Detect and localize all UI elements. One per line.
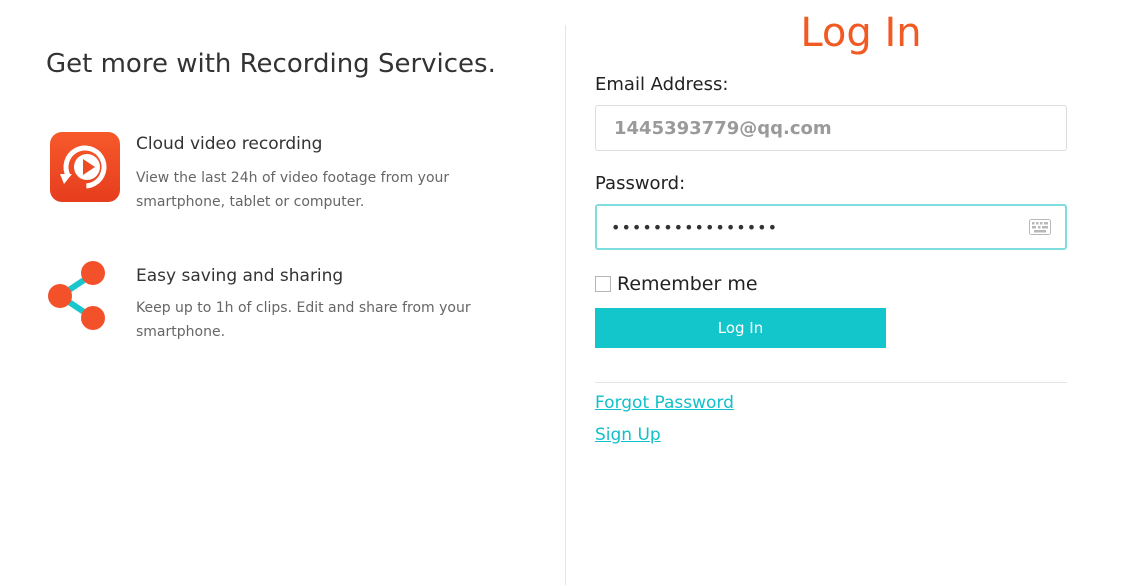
- feature-title: Easy saving and sharing: [136, 266, 344, 286]
- login-title: Log In: [800, 10, 922, 56]
- cloud-recording-icon: [50, 132, 120, 202]
- password-label: Password:: [595, 173, 686, 194]
- links-divider: [595, 382, 1067, 383]
- password-field[interactable]: [595, 204, 1067, 250]
- recording-services-login-page: Get more with Recording Services. Cloud …: [0, 0, 1126, 585]
- intro-headline: Get more with Recording Services.: [46, 49, 496, 79]
- share-icon: [48, 261, 105, 330]
- password-input[interactable]: [597, 206, 1017, 248]
- email-label: Email Address:: [595, 74, 729, 95]
- intro-panel: Get more with Recording Services. Cloud …: [0, 0, 565, 585]
- remember-me-label[interactable]: Remember me: [617, 273, 758, 295]
- forgot-password-link[interactable]: Forgot Password: [595, 393, 734, 413]
- feature-description: View the last 24h of video footage from …: [136, 170, 450, 210]
- feature-title: Cloud video recording: [136, 134, 323, 154]
- login-button[interactable]: Log In: [595, 308, 886, 348]
- email-input[interactable]: [595, 105, 1067, 151]
- keyboard-icon[interactable]: [1029, 219, 1051, 235]
- feature-description: Keep up to 1h of clips. Edit and share f…: [136, 300, 471, 340]
- login-panel: Log In Email Address: Password: Remember…: [566, 0, 1126, 585]
- remember-me-checkbox[interactable]: [595, 276, 611, 292]
- sign-up-link[interactable]: Sign Up: [595, 425, 661, 445]
- remember-me[interactable]: Remember me: [595, 272, 758, 296]
